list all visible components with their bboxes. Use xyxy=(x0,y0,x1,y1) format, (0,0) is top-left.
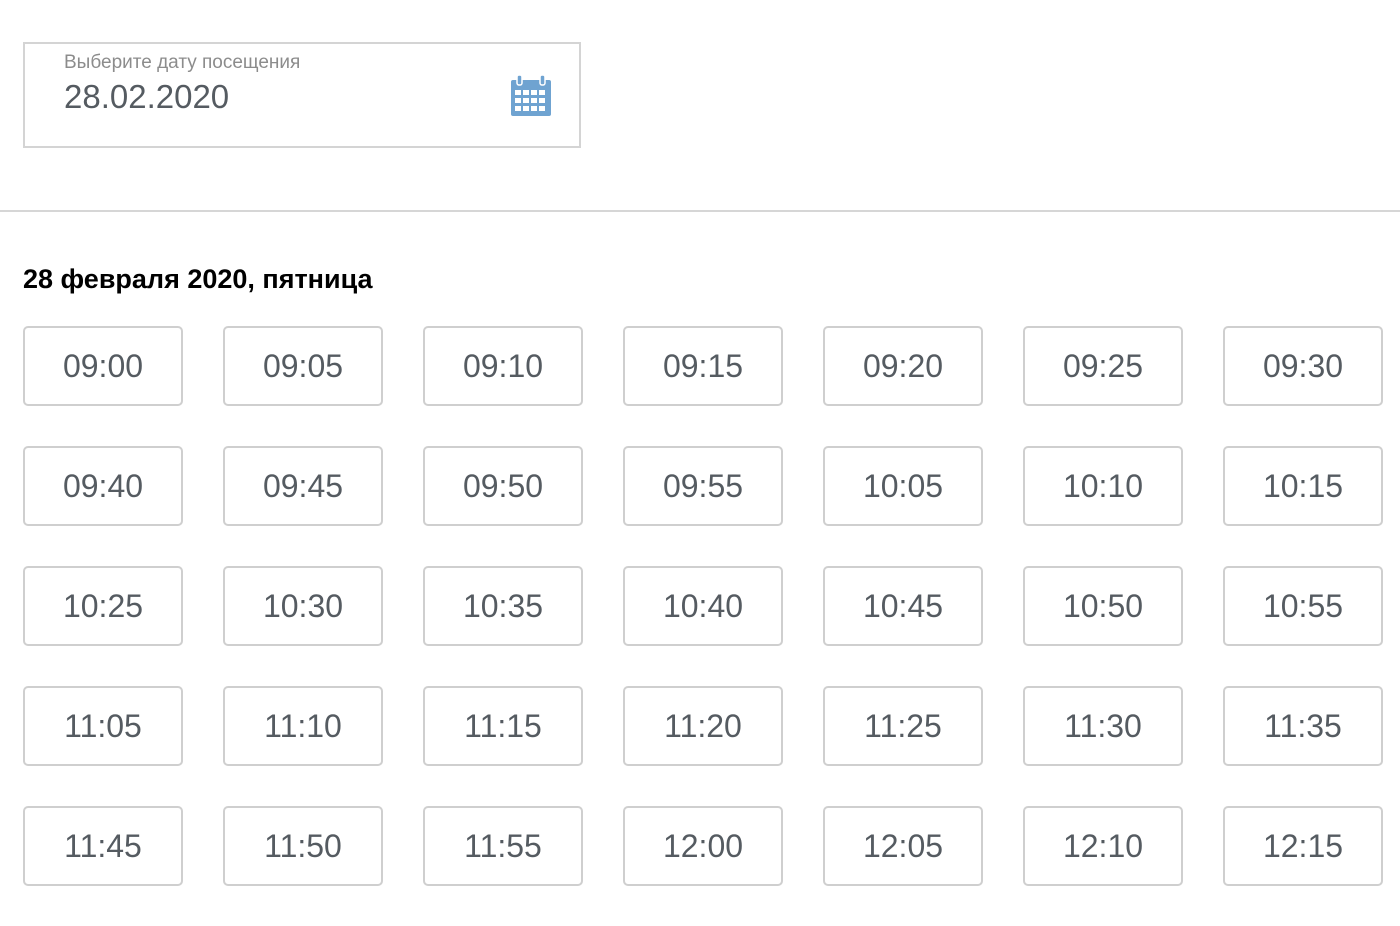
visit-date-picker[interactable]: Выберите дату посещения 28.02.2020 xyxy=(23,42,581,148)
time-slot-button[interactable]: 10:10 xyxy=(1023,446,1183,526)
time-slot-button[interactable]: 09:45 xyxy=(223,446,383,526)
time-slot-button[interactable]: 10:15 xyxy=(1223,446,1383,526)
time-slot-button[interactable]: 11:30 xyxy=(1023,686,1183,766)
time-slot-button[interactable]: 09:55 xyxy=(623,446,783,526)
time-slot-button[interactable]: 10:55 xyxy=(1223,566,1383,646)
time-slot-button[interactable]: 10:35 xyxy=(423,566,583,646)
time-slot-button[interactable]: 11:10 xyxy=(223,686,383,766)
calendar-icon[interactable] xyxy=(509,74,553,118)
time-slot-button[interactable]: 11:50 xyxy=(223,806,383,886)
time-slot-button[interactable]: 10:50 xyxy=(1023,566,1183,646)
time-slot-button[interactable]: 12:00 xyxy=(623,806,783,886)
time-slot-button[interactable]: 11:35 xyxy=(1223,686,1383,766)
time-slot-button[interactable]: 11:15 xyxy=(423,686,583,766)
time-slot-button[interactable]: 11:05 xyxy=(23,686,183,766)
time-slot-button[interactable]: 09:40 xyxy=(23,446,183,526)
time-slot-button[interactable]: 12:05 xyxy=(823,806,983,886)
time-slot-button[interactable]: 10:30 xyxy=(223,566,383,646)
time-slot-button[interactable]: 11:25 xyxy=(823,686,983,766)
time-slot-button[interactable]: 09:05 xyxy=(223,326,383,406)
time-slot-button[interactable]: 12:15 xyxy=(1223,806,1383,886)
time-slot-button[interactable]: 09:00 xyxy=(23,326,183,406)
time-slot-button[interactable]: 09:25 xyxy=(1023,326,1183,406)
time-slot-grid: 09:00 09:05 09:10 09:15 09:20 09:25 09:3… xyxy=(23,326,1385,886)
date-picker-label: Выберите дату посещения xyxy=(64,52,301,73)
time-slot-button[interactable]: 11:20 xyxy=(623,686,783,766)
time-slot-button[interactable]: 10:05 xyxy=(823,446,983,526)
section-divider xyxy=(0,210,1400,212)
time-slot-button[interactable]: 12:10 xyxy=(1023,806,1183,886)
time-slot-button[interactable]: 09:10 xyxy=(423,326,583,406)
time-slot-button[interactable]: 11:45 xyxy=(23,806,183,886)
time-slot-button[interactable]: 11:55 xyxy=(423,806,583,886)
time-slot-button[interactable]: 10:40 xyxy=(623,566,783,646)
time-slot-button[interactable]: 09:15 xyxy=(623,326,783,406)
day-heading: 28 февраля 2020, пятница xyxy=(23,264,373,294)
time-slot-button[interactable]: 09:20 xyxy=(823,326,983,406)
date-picker-value[interactable]: 28.02.2020 xyxy=(64,78,229,116)
time-slot-button[interactable]: 09:30 xyxy=(1223,326,1383,406)
time-slot-button[interactable]: 09:50 xyxy=(423,446,583,526)
time-slot-button[interactable]: 10:45 xyxy=(823,566,983,646)
time-slot-button[interactable]: 10:25 xyxy=(23,566,183,646)
